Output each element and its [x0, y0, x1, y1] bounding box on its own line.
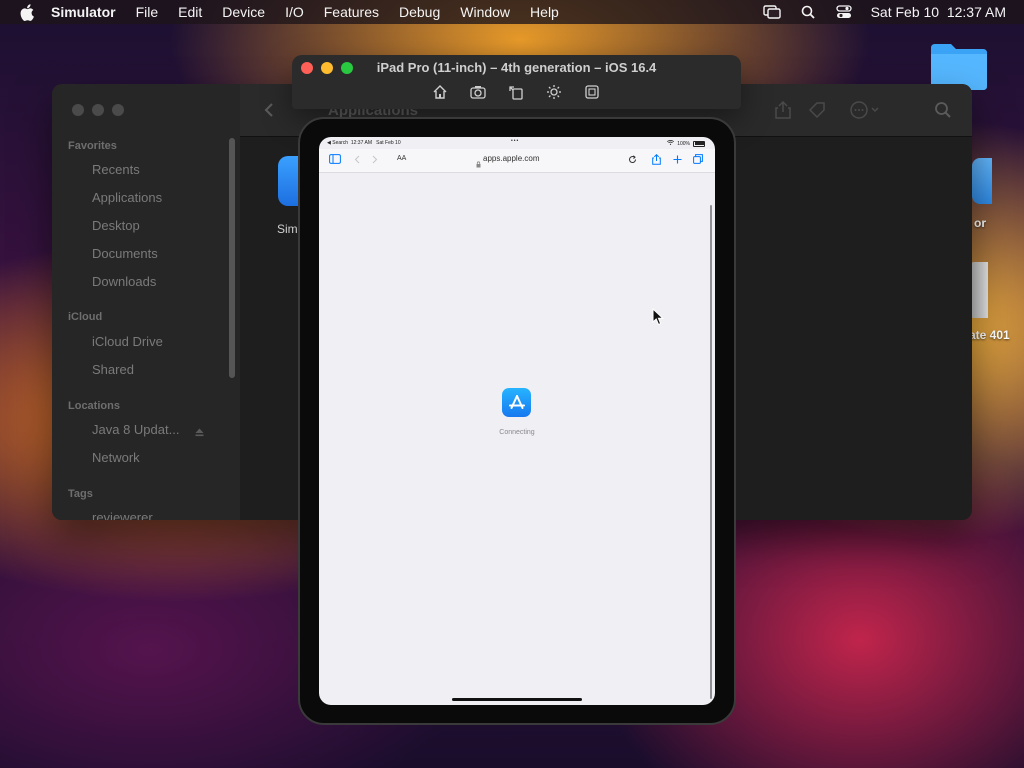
desktop-label-partial-1: or [974, 216, 986, 230]
loading-status-text: Connecting [499, 429, 535, 436]
finder-minimize-button[interactable] [92, 104, 104, 116]
finder-zoom-button[interactable] [112, 104, 124, 116]
text-size-button[interactable]: AA [397, 155, 406, 162]
scroll-indicator [710, 205, 712, 699]
menu-window[interactable]: Window [460, 4, 510, 20]
tab-overview-icon[interactable] [692, 153, 704, 165]
apple-menu-icon[interactable] [17, 2, 37, 22]
status-left-text: ◀ Search 12:37 AM Sat Feb 10 [327, 140, 401, 146]
lock-icon [476, 155, 481, 168]
finder-window-controls [72, 104, 124, 116]
sidebar-header-tags: Tags [68, 488, 93, 500]
simulator-toolbar [432, 84, 600, 100]
sidebar-header-favorites: Favorites [68, 140, 117, 152]
menu-app-simulator[interactable]: Simulator [51, 4, 116, 20]
finder-close-button[interactable] [72, 104, 84, 116]
back-chevron-icon[interactable] [258, 100, 280, 120]
multitasking-dots[interactable]: ••• [511, 138, 519, 144]
spotlight-search-icon[interactable] [799, 4, 817, 20]
eject-icon[interactable] [195, 424, 204, 437]
reload-icon[interactable] [626, 153, 638, 165]
url-field[interactable]: apps.apple.com [483, 154, 539, 163]
status-right: 100% [667, 140, 705, 147]
sidebar-item-applications[interactable]: Applications [92, 190, 162, 205]
menu-debug[interactable]: Debug [399, 4, 440, 20]
desktop-disk-icon-partial[interactable] [970, 262, 988, 318]
menu-edit[interactable]: Edit [178, 4, 202, 20]
simulator-titlebar: iPad Pro (11-inch) – 4th generation – iO… [292, 55, 741, 109]
screen-mirroring-icon[interactable] [762, 4, 781, 20]
sidebar-item-shared[interactable]: Shared [92, 362, 134, 377]
sidebar-item-documents[interactable]: Documents [92, 246, 158, 261]
sidebar-item-tag-partial[interactable]: reviewerer [92, 510, 153, 520]
menu-bar: Simulator File Edit Device I/O Features … [0, 0, 1024, 24]
share-icon[interactable] [650, 153, 662, 165]
rotate-icon[interactable] [508, 84, 524, 100]
app-store-icon [502, 388, 531, 417]
sidebar-item-icloud-drive[interactable]: iCloud Drive [92, 334, 163, 349]
home-indicator[interactable] [452, 698, 582, 701]
control-center-icon[interactable] [835, 4, 853, 20]
menu-bar-status-area: Sat Feb 10 12:37 AM [762, 0, 1006, 24]
menu-io[interactable]: I/O [285, 4, 304, 20]
safari-toolbar: AA apps.apple.com [319, 149, 715, 173]
menu-help[interactable]: Help [530, 4, 559, 20]
menu-device[interactable]: Device [222, 4, 265, 20]
appearance-icon[interactable] [546, 84, 562, 100]
sidebar-item-java-update[interactable]: Java 8 Updat... [92, 422, 179, 437]
sidebar-item-network[interactable]: Network [92, 450, 140, 465]
tag-icon[interactable] [806, 100, 828, 120]
menu-file[interactable]: File [136, 4, 159, 20]
simulator-app-label: Sim [277, 222, 298, 236]
back-icon[interactable] [351, 153, 363, 165]
desktop-label-partial-2: ate 401 [969, 328, 1010, 342]
wifi-icon [667, 140, 675, 147]
ipad-status-bar: ◀ Search 12:37 AM Sat Feb 10 ••• 100% [319, 137, 715, 149]
sidebar-item-desktop[interactable]: Desktop [92, 218, 140, 233]
menu-features[interactable]: Features [324, 4, 379, 20]
finder-sidebar: Favorites Recents Applications Desktop D… [52, 84, 240, 520]
sidebar-header-locations: Locations [68, 400, 120, 412]
battery-percent: 100% [677, 140, 690, 147]
simulator-window-title: iPad Pro (11-inch) – 4th generation – iO… [376, 60, 657, 75]
screenshot-icon[interactable] [470, 84, 486, 100]
mouse-cursor-icon [652, 307, 665, 326]
more-actions-icon[interactable] [848, 100, 884, 120]
ipad-screen[interactable]: ◀ Search 12:37 AM Sat Feb 10 ••• 100% AA… [319, 137, 715, 705]
sidebar-item-downloads[interactable]: Downloads [92, 274, 156, 289]
simulator-app-icon[interactable] [278, 156, 300, 206]
desktop-app-icon-partial[interactable] [972, 158, 992, 204]
share-icon[interactable] [772, 100, 794, 120]
home-icon[interactable] [432, 84, 448, 100]
bezel-icon[interactable] [584, 84, 600, 100]
menu-bar-clock[interactable]: Sat Feb 10 12:37 AM [871, 4, 1006, 20]
sidebar-toggle-icon[interactable] [329, 153, 341, 165]
sidebar-header-icloud: iCloud [68, 311, 103, 323]
search-icon[interactable] [932, 100, 954, 120]
forward-icon[interactable] [369, 153, 381, 165]
battery-icon [693, 140, 705, 147]
sidebar-scrollbar[interactable] [229, 138, 235, 378]
sidebar-item-recents[interactable]: Recents [92, 162, 140, 177]
new-tab-icon[interactable] [671, 153, 683, 165]
